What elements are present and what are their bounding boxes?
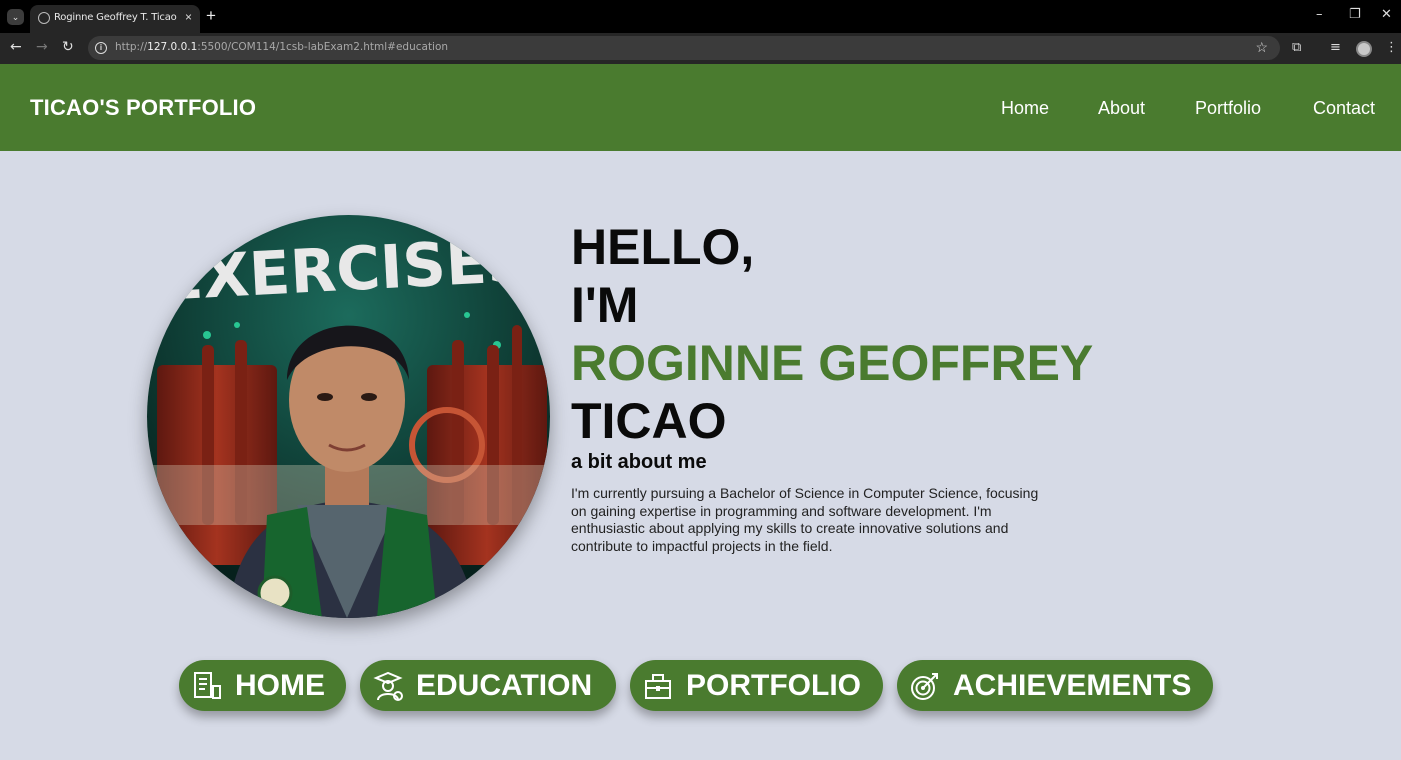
reload-icon[interactable]: ↻ <box>62 39 74 55</box>
hero-greeting: HELLO, <box>571 219 755 275</box>
more-menu-icon[interactable]: ⋮ <box>1385 40 1398 55</box>
section-label: HOME <box>235 669 325 702</box>
section-button-portfolio[interactable]: PORTFOLIO <box>630 660 883 711</box>
site-header: TICAO'S PORTFOLIO Home About Portfolio C… <box>0 64 1401 151</box>
bookmark-star-icon[interactable]: ☆ <box>1255 39 1268 56</box>
briefcase-icon <box>645 674 671 699</box>
reading-list-icon[interactable]: ≡ <box>1330 40 1341 55</box>
resume-icon <box>194 672 221 699</box>
extensions-icon[interactable]: ⧉ <box>1292 40 1301 55</box>
hero-intro: I'M <box>571 277 639 333</box>
about-subtitle: a bit about me <box>571 451 707 473</box>
tab-search-icon[interactable]: ⌄ <box>7 9 24 25</box>
section-label: PORTFOLIO <box>686 669 861 702</box>
close-window-icon[interactable]: ✕ <box>1381 7 1392 22</box>
forward-icon[interactable]: → <box>36 39 48 55</box>
graduate-icon <box>373 671 403 701</box>
browser-toolbar: ← → ↻ i http://127.0.0.1:5500/COM114/1cs… <box>0 33 1401 64</box>
nav-link-contact[interactable]: Contact <box>1313 98 1375 119</box>
tab-title: Roginne Geoffrey T. Ticao <box>54 12 177 23</box>
section-button-education[interactable]: EDUCATION <box>360 660 616 711</box>
section-label: ACHIEVEMENTS <box>953 669 1192 702</box>
nav-link-about[interactable]: About <box>1098 98 1145 119</box>
minimize-icon[interactable]: – <box>1316 7 1323 22</box>
section-button-achievements[interactable]: ACHIEVEMENTS <box>897 660 1213 711</box>
address-bar[interactable]: i http://127.0.0.1:5500/COM114/1csb-labE… <box>88 36 1280 60</box>
new-tab-icon[interactable]: + <box>206 6 216 26</box>
profile-avatar-icon[interactable] <box>1356 41 1372 57</box>
site-info-icon[interactable]: i <box>95 42 107 54</box>
hero-name-first: ROGINNE GEOFFREY <box>571 335 1094 391</box>
section-label: EDUCATION <box>416 669 593 702</box>
browser-tab-bar: ⌄ Roginne Geoffrey T. Ticao × + – ❐ ✕ <box>0 0 1401 33</box>
tab-close-icon[interactable]: × <box>185 10 192 24</box>
target-icon <box>911 673 938 700</box>
url-text[interactable]: http://127.0.0.1:5500/COM114/1csb-labExa… <box>115 41 448 53</box>
section-button-home[interactable]: HOME <box>179 660 346 711</box>
nav-link-home[interactable]: Home <box>1001 98 1049 119</box>
browser-tab[interactable]: Roginne Geoffrey T. Ticao × <box>30 5 200 33</box>
restore-icon[interactable]: ❐ <box>1349 7 1361 22</box>
back-icon[interactable]: ← <box>10 39 22 55</box>
globe-icon <box>38 12 50 24</box>
profile-photo: EXERCISES <box>147 215 550 618</box>
about-bio: I'm currently pursuing a Bachelor of Sci… <box>571 485 1039 554</box>
nav-link-portfolio[interactable]: Portfolio <box>1195 98 1261 119</box>
hero-name-last: TICAO <box>571 393 727 449</box>
site-brand[interactable]: TICAO'S PORTFOLIO <box>30 95 256 121</box>
